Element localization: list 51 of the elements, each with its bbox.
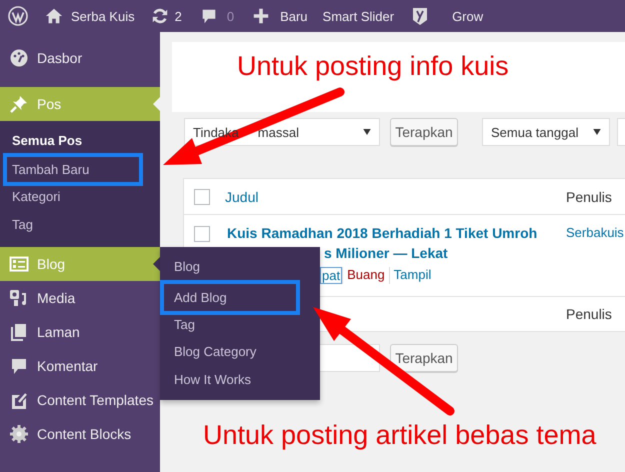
post-title-link[interactable]: s Milioner — Lekat bbox=[324, 245, 566, 261]
flyout-item[interactable]: Add Blog bbox=[164, 284, 233, 311]
plus-icon bbox=[252, 7, 270, 25]
home-icon bbox=[45, 7, 63, 25]
list-icon bbox=[9, 254, 29, 274]
sidebar-item[interactable]: Content Templates bbox=[0, 383, 160, 417]
dropdown-arrow-icon bbox=[363, 129, 371, 135]
menu-link[interactable]: Smart Slider bbox=[322, 8, 394, 24]
gauge-icon bbox=[9, 48, 29, 68]
flyout-item[interactable]: Blog Category bbox=[160, 338, 262, 366]
view-link[interactable]: Tampil bbox=[388, 267, 436, 284]
checkbox[interactable] bbox=[194, 188, 210, 204]
trash-link[interactable]: Buang bbox=[342, 267, 389, 284]
sidebar-item[interactable]: Laman bbox=[0, 315, 160, 349]
sidebar-item[interactable]: Dasbor bbox=[0, 41, 160, 75]
post-title-link[interactable]: Kuis Ramadhan 2018 Berhadiah 1 Tiket Umroh bbox=[227, 225, 566, 241]
sidebar-item[interactable]: Content Blocks bbox=[0, 417, 160, 451]
checkbox[interactable] bbox=[194, 226, 210, 242]
annotation-text: Untuk posting artikel bebas tema bbox=[203, 420, 596, 451]
comment-icon bbox=[200, 7, 218, 25]
flyout-item[interactable]: Tag bbox=[160, 315, 201, 338]
submenu-item[interactable]: Semua Pos bbox=[0, 127, 160, 155]
dropdown-text: massal bbox=[258, 124, 299, 140]
apply-button[interactable]: Terapkan bbox=[390, 344, 458, 372]
flyout-item[interactable]: How It Works bbox=[160, 366, 258, 394]
speech-bubble-icon bbox=[9, 356, 29, 376]
updates-link[interactable]: 2 bbox=[150, 7, 182, 25]
submenu-item[interactable]: Kategori bbox=[0, 186, 160, 211]
column-header[interactable]: Judul bbox=[225, 188, 258, 204]
logo-icon[interactable] bbox=[8, 6, 28, 26]
dropdown-arrow-icon bbox=[593, 129, 601, 135]
refresh-icon bbox=[150, 7, 169, 25]
edit-link[interactable]: pat bbox=[320, 267, 342, 284]
gear-icon bbox=[9, 424, 29, 444]
apply-button[interactable]: Terapkan bbox=[390, 118, 458, 146]
pages-icon bbox=[9, 322, 29, 342]
flyout-item[interactable]: Blog bbox=[160, 253, 206, 281]
submenu-item[interactable]: Tag bbox=[0, 211, 160, 239]
media-icon bbox=[9, 288, 29, 308]
sidebar-item[interactable]: Media bbox=[0, 281, 160, 315]
submenu-item[interactable]: Tambah Baru bbox=[7, 157, 139, 182]
annotation-text: Untuk posting info kuis bbox=[237, 51, 509, 81]
author-link[interactable]: Serbakuis bbox=[566, 225, 624, 240]
column-header: Penulis bbox=[566, 188, 612, 204]
site-link[interactable]: Serba Kuis bbox=[45, 7, 135, 25]
date-dropdown[interactable]: Semua tanggal bbox=[482, 118, 610, 146]
new-link[interactable]: Baru bbox=[252, 7, 308, 25]
menu-link[interactable]: Grow bbox=[452, 8, 484, 24]
pin-icon bbox=[9, 94, 29, 114]
sidebar-item[interactable]: Komentar bbox=[0, 349, 160, 383]
column-header: Penulis bbox=[566, 306, 612, 322]
